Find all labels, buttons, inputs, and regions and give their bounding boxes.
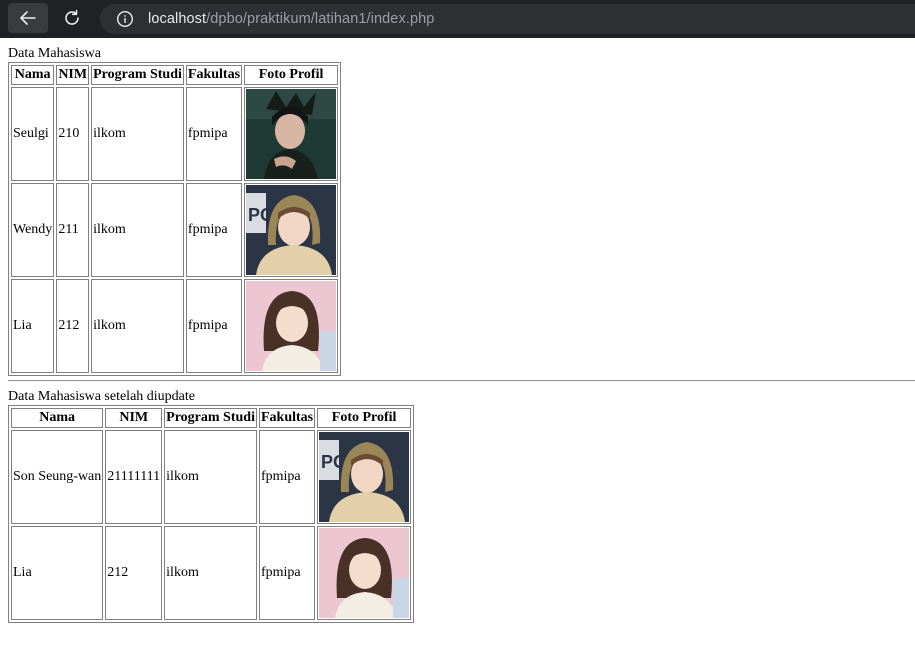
cell-prodi: ilkom [164, 526, 257, 620]
cell-foto: PO [244, 183, 339, 277]
student-table-updated: Nama NIM Program Studi Fakultas Foto Pro… [8, 405, 415, 623]
cell-fakultas: fpmipa [185, 87, 243, 181]
cell-fakultas: fpmipa [185, 183, 243, 277]
divider [8, 380, 915, 382]
table-row: Son Seung-wan 21111111 ilkom fpmipa PO [11, 430, 412, 524]
cell-prodi: ilkom [164, 430, 257, 524]
profile-photo [246, 281, 337, 371]
section-data-mahasiswa-updated: Data Mahasiswa setelah diupdate Nama NIM… [8, 389, 415, 623]
cell-foto: PO [317, 430, 412, 524]
column-header: Program Studi [91, 65, 184, 85]
url-text[interactable]: localhost/dpbo/praktikum/latihan1/index.… [148, 11, 434, 27]
table-row: Wendy 211 ilkom fpmipa PO [11, 183, 339, 277]
table-row: Lia 212 ilkom fpmipa [11, 279, 339, 373]
arrow-left-icon [20, 11, 36, 25]
column-header: Nama [11, 65, 55, 85]
column-header: NIM [105, 408, 163, 428]
column-header: Fakultas [185, 65, 243, 85]
address-bar[interactable]: localhost/dpbo/praktikum/latihan1/index.… [100, 4, 915, 34]
cell-nama: Wendy [11, 183, 55, 277]
cell-foto [317, 526, 412, 620]
cell-nama: Lia [11, 526, 104, 620]
profile-photo [246, 89, 337, 179]
cell-nim: 211 [56, 183, 90, 277]
cell-foto [244, 87, 339, 181]
site-info-icon[interactable] [116, 10, 134, 28]
cell-nim: 212 [105, 526, 163, 620]
column-header: Foto Profil [244, 65, 339, 85]
cell-prodi: ilkom [91, 87, 184, 181]
cell-prodi: ilkom [91, 279, 184, 373]
section-data-mahasiswa: Data Mahasiswa Nama NIM Program Studi Fa… [8, 46, 342, 376]
column-header: Foto Profil [317, 408, 412, 428]
url-path: /dpbo/praktikum/latihan1/index.php [206, 11, 435, 27]
cell-nim: 21111111 [105, 430, 163, 524]
student-table: Nama NIM Program Studi Fakultas Foto Pro… [8, 62, 342, 376]
section-caption: Data Mahasiswa setelah diupdate [8, 389, 195, 404]
column-header: Fakultas [258, 408, 316, 428]
cell-fakultas: fpmipa [258, 430, 316, 524]
url-host: localhost [148, 11, 207, 27]
reload-icon [65, 9, 79, 25]
column-header: Program Studi [164, 408, 257, 428]
cell-fakultas: fpmipa [258, 526, 316, 620]
cell-nama: Seulgi [11, 87, 55, 181]
profile-photo [319, 528, 410, 618]
cell-nama: Son Seung-wan [11, 430, 104, 524]
cell-foto [244, 279, 339, 373]
table-row: Seulgi 210 ilkom fpmipa [11, 87, 339, 181]
browser-toolbar: localhost/dpbo/praktikum/latihan1/index.… [0, 0, 915, 38]
cell-nim: 212 [56, 279, 90, 373]
cell-nim: 210 [56, 87, 90, 181]
table-header-row: Nama NIM Program Studi Fakultas Foto Pro… [11, 408, 412, 428]
reload-button[interactable] [52, 3, 92, 33]
profile-photo: PO [246, 185, 337, 275]
column-header: Nama [11, 408, 104, 428]
profile-photo: PO [319, 432, 410, 522]
section-caption: Data Mahasiswa [8, 46, 101, 61]
column-header: NIM [56, 65, 90, 85]
cell-fakultas: fpmipa [185, 279, 243, 373]
table-header-row: Nama NIM Program Studi Fakultas Foto Pro… [11, 65, 339, 85]
cell-nama: Lia [11, 279, 55, 373]
back-button[interactable] [8, 3, 48, 33]
table-row: Lia 212 ilkom fpmipa [11, 526, 412, 620]
cell-prodi: ilkom [91, 183, 184, 277]
